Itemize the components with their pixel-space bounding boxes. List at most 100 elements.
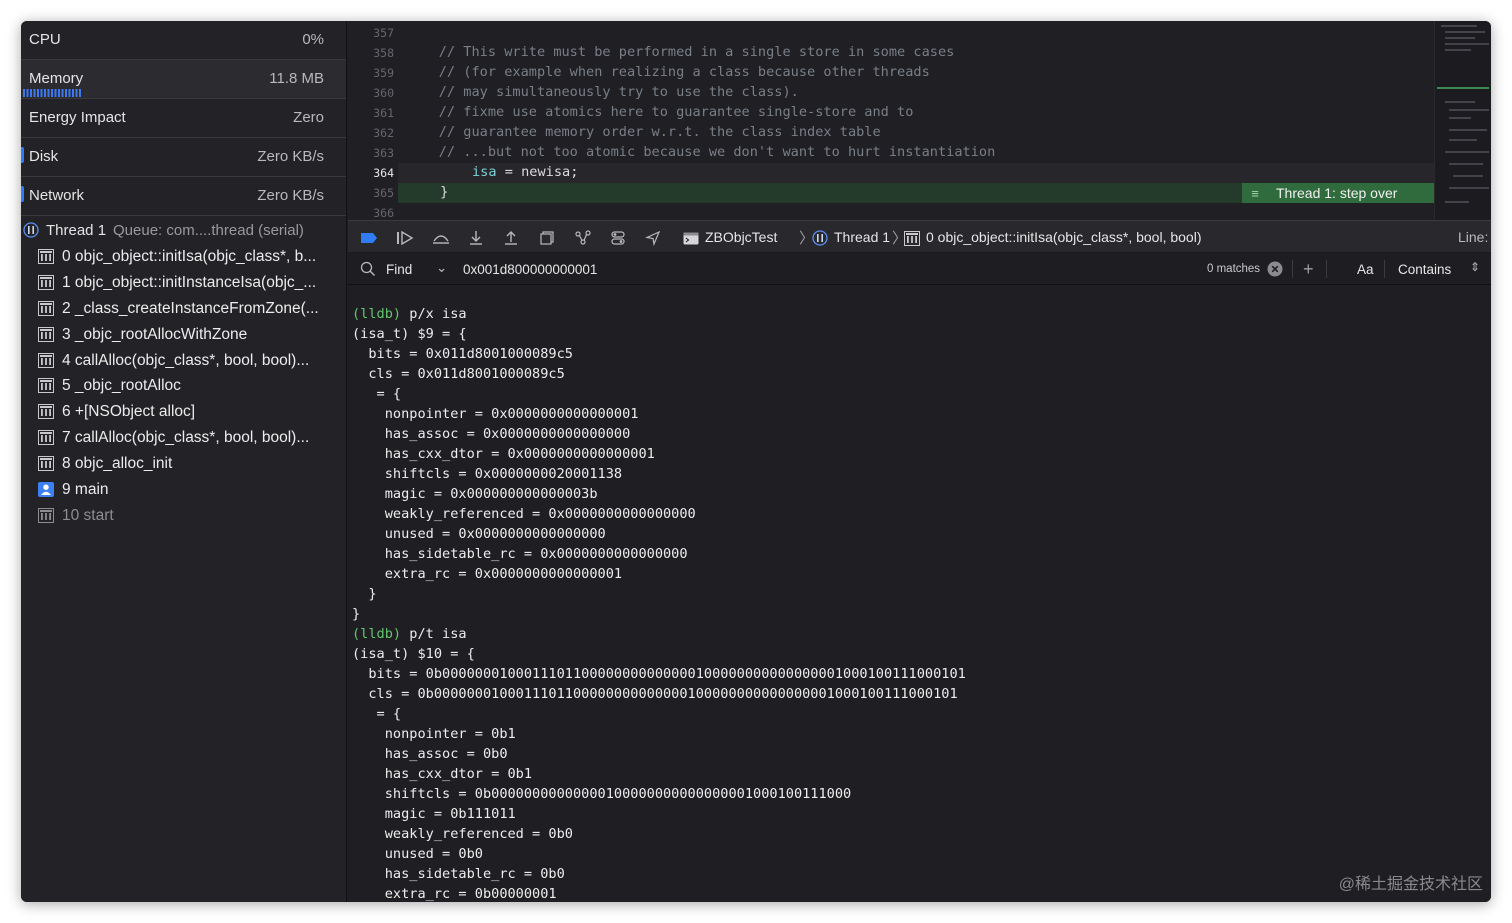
stack-frame-1[interactable]: 1 objc_object::initInstanceIsa(objc_...	[21, 270, 346, 296]
line-number-gutter[interactable]: 357 358 359 360 361 362 363 364 365 366	[348, 21, 398, 220]
library-icon	[38, 300, 54, 321]
stack-frame-9[interactable]: 9 main	[21, 477, 346, 503]
step-out-icon[interactable]	[502, 229, 520, 247]
clear-icon[interactable]	[1267, 261, 1283, 280]
stack-frame-2[interactable]: 2 _class_createInstanceFromZone(...	[21, 296, 346, 322]
divider	[1292, 260, 1293, 278]
frame-label: 9 main	[62, 481, 109, 499]
stack-frame-8[interactable]: 8 objc_alloc_init	[21, 451, 346, 477]
step-into-icon[interactable]	[467, 229, 485, 247]
stack-frame-4[interactable]: 4 callAlloc(objc_class*, bool, bool)...	[21, 348, 346, 374]
console-line: }	[352, 586, 377, 602]
divider	[1326, 260, 1327, 278]
code-line: // fixme use atomics here to guarantee s…	[406, 104, 914, 120]
lldb-console[interactable]: (lldb) p/x isa (isa_t) $9 = { bits = 0x0…	[348, 285, 1491, 902]
console-line: weakly_referenced = 0b0	[352, 826, 573, 842]
console-line: has_sidetable_rc = 0b0	[352, 866, 565, 882]
breadcrumb-thread[interactable]: Thread 1	[834, 229, 890, 245]
view-hierarchy-icon[interactable]	[538, 229, 556, 247]
code-token-assign: = newisa;	[496, 164, 579, 180]
console-line: has_assoc = 0x0000000000000000	[352, 426, 631, 442]
breadcrumb-frame[interactable]: 0 objc_object::initIsa(objc_class*, bool…	[926, 229, 1202, 245]
code-minimap[interactable]	[1434, 21, 1491, 220]
continue-icon[interactable]	[396, 229, 414, 247]
console-line: cls = 0b00000001000111011000000000000001…	[352, 686, 958, 702]
step-over-icon[interactable]	[432, 229, 450, 247]
stack-frame-0[interactable]: 0 objc_object::initIsa(objc_class*, b...	[21, 244, 346, 270]
breakpoints-toggle-icon[interactable]	[360, 229, 378, 247]
up-down-chevron-icon[interactable]: ⇕	[1470, 260, 1480, 274]
menu-lines-icon: ≡	[1251, 185, 1259, 201]
divider	[1384, 260, 1385, 278]
gauge-energy[interactable]: Energy Impact Zero	[21, 99, 346, 138]
stack-frame-6[interactable]: 6 +[NSObject alloc]	[21, 399, 346, 425]
step-badge-label: Thread 1: step over	[1276, 185, 1398, 201]
console-line: has_cxx_dtor = 0b1	[352, 766, 533, 782]
thread-row[interactable]: Thread 1 Queue: com....thread (serial)	[21, 218, 346, 244]
gauge-value: Zero	[293, 109, 324, 126]
gauge-label: Network	[29, 187, 85, 204]
gauge-value: 11.8 MB	[269, 70, 324, 87]
gauge-marker	[21, 147, 24, 163]
gauge-cpu[interactable]: CPU 0%	[21, 21, 346, 60]
minimap-line	[1453, 175, 1483, 177]
xcode-window: CPU 0% Memory 11.8 MB Energy Impact Zero…	[21, 21, 1491, 902]
code-line: // ...but not too atomic because we don'…	[406, 144, 996, 160]
minimap-line	[1449, 109, 1489, 111]
find-input[interactable]: 0x001d800000000001	[463, 262, 597, 277]
console-line: extra_rc = 0x0000000000000001	[352, 566, 623, 582]
console-prompt-line: (lldb) p/x isa	[352, 306, 467, 322]
gauge-value: Zero KB/s	[257, 187, 324, 204]
gauge-disk[interactable]: Disk Zero KB/s	[21, 138, 346, 177]
variable-token: isa	[472, 164, 497, 180]
frame-label: 4 callAlloc(objc_class*, bool, bool)...	[62, 351, 310, 369]
minimap-line	[1445, 151, 1489, 153]
match-case-toggle[interactable]: Aa	[1357, 262, 1374, 277]
debug-navigator: CPU 0% Memory 11.8 MB Energy Impact Zero…	[21, 21, 347, 902]
breadcrumb-target[interactable]: ZBObjcTest	[705, 229, 777, 245]
stack-frame-10[interactable]: 10 start	[21, 503, 346, 529]
console-line: (isa_t) $10 = {	[352, 646, 475, 662]
minimap-line	[1449, 163, 1483, 165]
environment-overrides-icon[interactable]	[609, 229, 627, 247]
chevron-down-icon[interactable]: ⌄	[436, 260, 447, 276]
minimap-line	[1449, 187, 1489, 189]
frame-label: 3 _objc_rootAllocWithZone	[62, 325, 248, 343]
gauge-marker	[21, 186, 24, 202]
code-line: // This write must be performed in a sin…	[406, 44, 955, 60]
line-number: 365	[373, 186, 394, 200]
stack-frame-5[interactable]: 5 _objc_rootAlloc	[21, 373, 346, 399]
console-line: magic = 0x000000000000003b	[352, 486, 598, 502]
frame-label: 2 _class_createInstanceFromZone(...	[62, 299, 319, 317]
line-number: 357	[373, 26, 394, 40]
stack-frame-3[interactable]: 3 _objc_rootAllocWithZone	[21, 322, 346, 348]
line-number: 366	[373, 206, 394, 220]
step-over-badge[interactable]: ≡ Thread 1: step over	[1242, 183, 1434, 203]
gauge-memory[interactable]: Memory 11.8 MB	[21, 60, 346, 99]
user-icon	[38, 482, 54, 502]
find-mode-select[interactable]: Find	[386, 262, 412, 277]
library-icon	[38, 430, 54, 450]
watermark: @稀土掘金技术社区	[1338, 876, 1483, 893]
stack-frame-7[interactable]: 7 callAlloc(objc_class*, bool, bool)...	[21, 425, 346, 451]
library-icon	[38, 378, 54, 398]
thread-name: Thread 1	[46, 222, 107, 239]
library-icon	[38, 507, 54, 528]
add-pattern-icon[interactable]: +	[1303, 259, 1314, 280]
frame-label: 1 objc_object::initInstanceIsa(objc_...	[62, 273, 317, 291]
console-line: cls = 0x011d8001000089c5	[352, 366, 565, 382]
console-line: = {	[352, 706, 402, 722]
minimap-line	[1445, 201, 1469, 203]
library-icon	[38, 456, 54, 476]
console-line: unused = 0x0000000000000000	[352, 526, 606, 542]
memory-graph-icon[interactable]	[574, 229, 592, 247]
gauge-label: Disk	[29, 148, 59, 165]
gauge-network[interactable]: Network Zero KB/s	[21, 177, 346, 216]
simulate-location-icon[interactable]	[644, 229, 662, 247]
match-type-select[interactable]: Contains	[1398, 262, 1451, 277]
thread-queue: Queue: com....thread (serial)	[113, 222, 304, 239]
line-number: 362	[373, 126, 394, 140]
console-line: shiftcls = 0b000000000000001000000000000…	[352, 786, 852, 802]
line-number: 359	[373, 66, 394, 80]
source-editor[interactable]: 357 358 359 360 361 362 363 364 365 366 …	[348, 21, 1491, 220]
